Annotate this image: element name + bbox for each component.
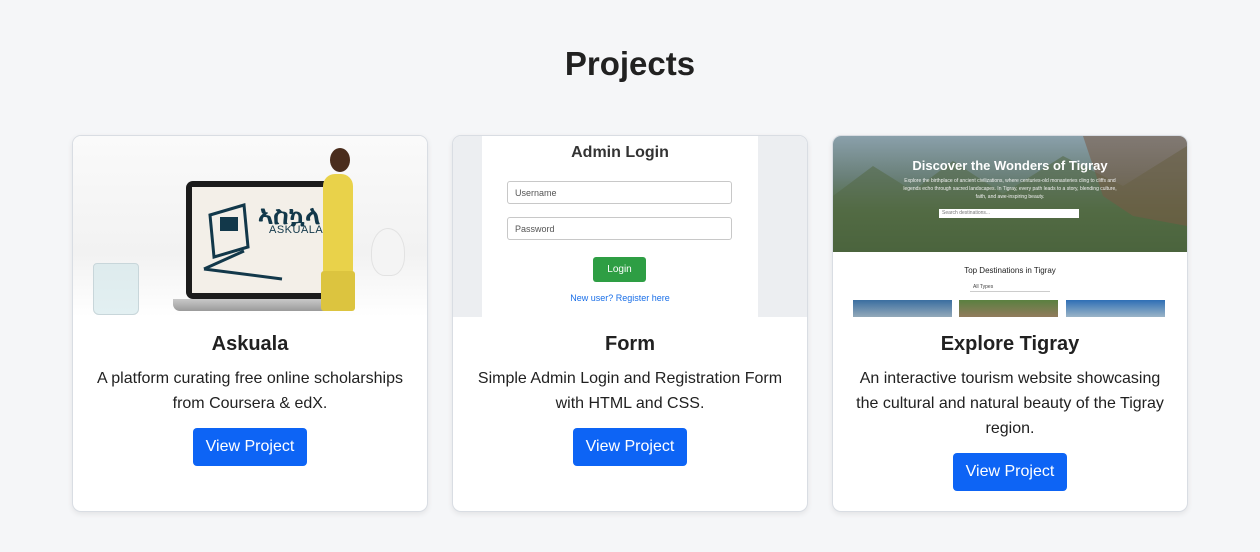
- preview-username-field: Username: [507, 181, 732, 204]
- project-card-explore-tigray: Discover the Wonders of Tigray Explore t…: [832, 135, 1188, 512]
- preview-register-link: New user? Register here: [570, 293, 670, 303]
- preview-password-field: Password: [507, 217, 732, 240]
- preview-hero-title: Discover the Wonders of Tigray: [912, 158, 1108, 173]
- destination-tile: [853, 300, 952, 317]
- project-thumbnail: Discover the Wonders of Tigray Explore t…: [833, 136, 1187, 317]
- project-title: Askuala: [211, 333, 289, 355]
- page-title: Projects: [564, 45, 696, 82]
- project-description: An interactive tourism website showcasin…: [856, 370, 1164, 437]
- project-title: Form: [605, 333, 655, 355]
- person-illustration: [330, 148, 350, 172]
- preview-heading: Admin Login: [571, 144, 669, 161]
- project-card-askuala: ኣስኳላ ASKUALA Askuala A platform curating…: [72, 135, 428, 512]
- logo-brand-text: ASKUALA: [269, 224, 324, 236]
- preview-search-field: Search destinations...: [939, 209, 1079, 218]
- login-panel-preview: Admin Login Username Password Login New …: [482, 136, 758, 317]
- destination-tile: [1066, 300, 1165, 317]
- destination-tile: [959, 300, 1058, 317]
- hero-landscape-image: Discover the Wonders of Tigray Explore t…: [833, 136, 1187, 252]
- view-project-button[interactable]: View Project: [192, 428, 308, 466]
- project-description: A platform curating free online scholars…: [97, 370, 403, 412]
- preview-hero-subtitle: Explore the birthplace of ancient civili…: [903, 178, 1117, 200]
- preview-type-filter: All Types: [970, 284, 1050, 292]
- project-title: Explore Tigray: [940, 333, 1080, 355]
- vase-illustration: [371, 228, 405, 276]
- project-card-form: Admin Login Username Password Login New …: [452, 135, 808, 512]
- view-project-button[interactable]: View Project: [572, 428, 688, 466]
- preview-login-button: Login: [593, 257, 646, 282]
- project-thumbnail: ኣስኳላ ASKUALA: [73, 136, 427, 317]
- project-thumbnail: Admin Login Username Password Login New …: [453, 136, 807, 317]
- project-description: Simple Admin Login and Registration Form…: [477, 370, 783, 412]
- glass-illustration: [93, 263, 139, 315]
- view-project-button[interactable]: View Project: [952, 453, 1068, 491]
- preview-destinations-title: Top Destinations in Tigray: [964, 266, 1056, 275]
